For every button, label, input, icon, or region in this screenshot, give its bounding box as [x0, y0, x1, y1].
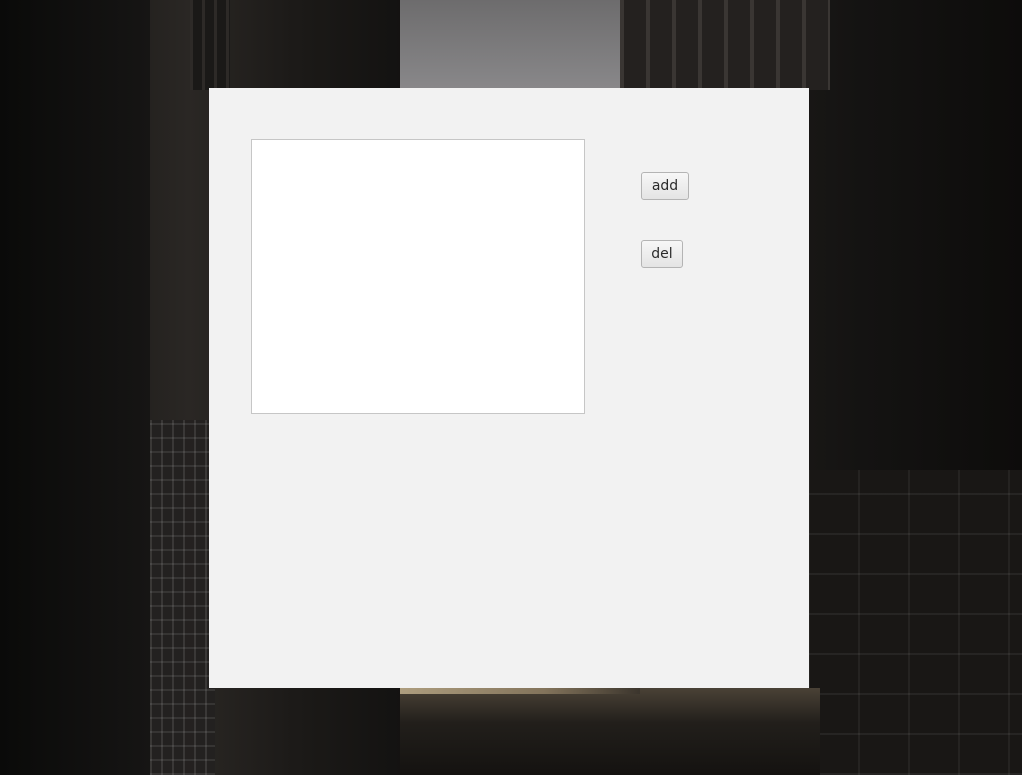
add-button[interactable]: add [641, 172, 689, 200]
wallpaper-left-shadow [0, 0, 150, 775]
wallpaper-sky [400, 0, 622, 90]
wallpaper-right-tiles [808, 470, 1022, 775]
app-window: add del [209, 88, 809, 688]
item-list[interactable] [251, 139, 585, 414]
del-button[interactable]: del [641, 240, 683, 268]
wallpaper-ground [400, 688, 820, 775]
wallpaper-right-window-frame [620, 0, 830, 90]
desktop: add del [0, 0, 1022, 775]
wallpaper-left-window-frame [190, 0, 230, 90]
wallpaper-left-glass-blocks [150, 420, 215, 775]
